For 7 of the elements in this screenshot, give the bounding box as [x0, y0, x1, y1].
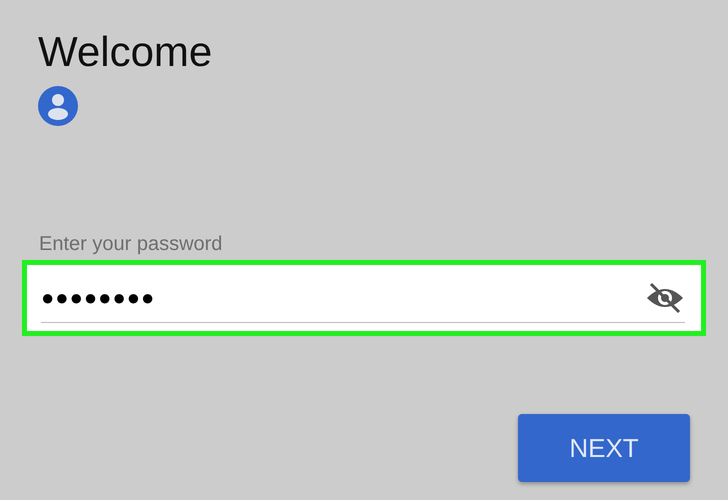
field-label: Enter your password — [39, 232, 224, 256]
password-field[interactable]: ●●●●●●●● — [22, 260, 706, 336]
welcome-title: Welcome — [38, 28, 214, 76]
account-icon — [38, 86, 78, 126]
next-button[interactable]: NEXT — [518, 414, 690, 482]
eye-off-icon[interactable] — [645, 281, 685, 315]
password-value: ●●●●●●●● — [41, 285, 156, 311]
